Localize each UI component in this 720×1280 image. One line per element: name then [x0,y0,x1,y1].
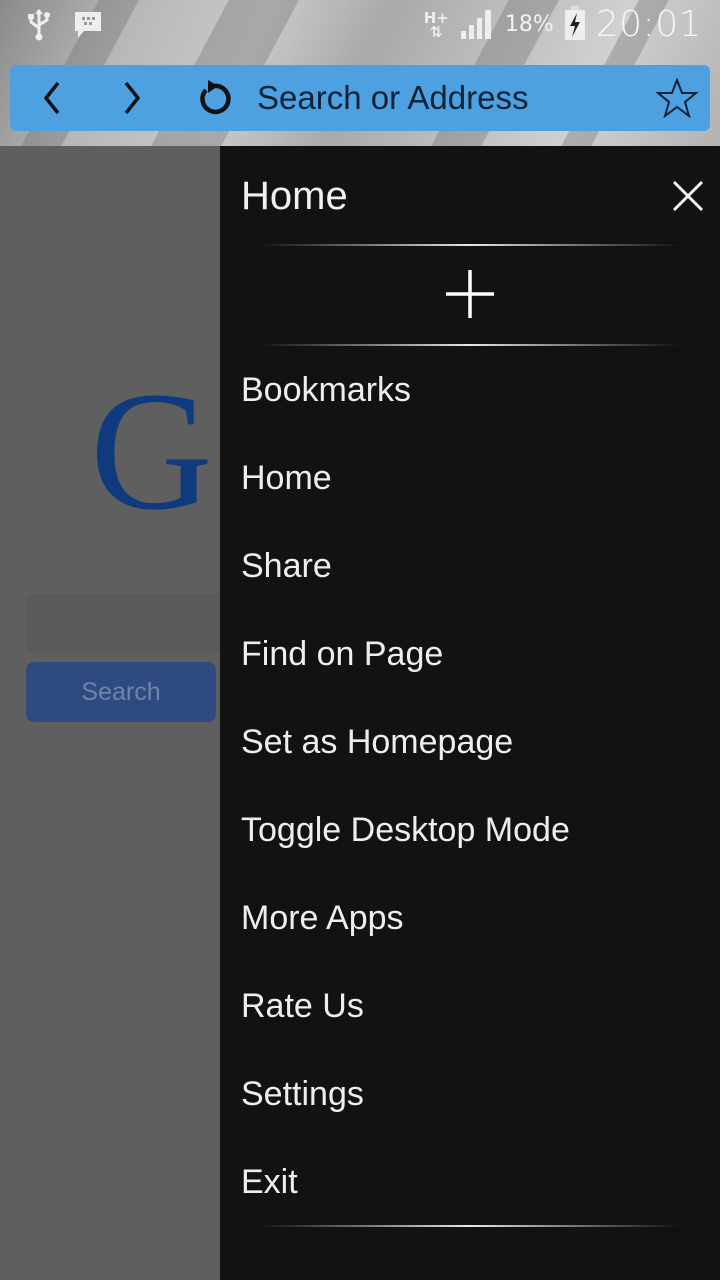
browser-toolbar: Search or Address [10,65,710,131]
close-drawer-button[interactable] [668,176,708,216]
clock: 20:01 [595,4,702,45]
status-bar: H+ ⇅ 18% 20:01 [0,0,720,50]
menu-item-bookmarks[interactable]: Bookmarks [220,346,720,434]
menu-item-set-as-homepage[interactable]: Set as Homepage [220,698,720,786]
menu-item-share[interactable]: Share [220,522,720,610]
data-arrows-icon: ⇅ [429,22,443,41]
drawer-title: Home [241,174,348,218]
background-webpage: G Search [0,146,220,1280]
menu-item-settings[interactable]: Settings [220,1050,720,1138]
menu-item-toggle-desktop-mode[interactable]: Toggle Desktop Mode [220,786,720,874]
google-logo: G [90,357,213,545]
divider [260,244,680,246]
close-icon [672,180,704,212]
address-input[interactable]: Search or Address [257,65,528,131]
divider [260,1225,680,1227]
navigation-drawer: Home Bookmarks Home Share Find on Page S… [220,146,720,1280]
drawer-menu: Bookmarks Home Share Find on Page Set as… [220,346,720,1226]
bbm-message-icon [72,9,104,45]
menu-item-rate-us[interactable]: Rate Us [220,962,720,1050]
battery-charging-icon [564,5,586,44]
forward-button[interactable] [112,65,152,131]
reload-button[interactable] [192,65,236,131]
signal-strength-icon [459,7,495,43]
bookmark-star-button[interactable] [652,65,702,131]
menu-item-exit[interactable]: Exit [220,1138,720,1226]
network-type-indicator: H+ ⇅ [424,10,449,41]
chevron-right-icon [124,81,141,115]
battery-percent: 18% [504,12,554,37]
plus-icon [446,270,494,318]
chevron-left-icon [43,81,60,115]
back-button[interactable] [32,65,72,131]
menu-item-more-apps[interactable]: More Apps [220,874,720,962]
star-outline-icon [656,78,698,118]
refresh-icon [200,80,231,115]
menu-item-home[interactable]: Home [220,434,720,522]
web-search-button[interactable]: Search [26,662,216,722]
add-button[interactable] [442,266,498,322]
usb-icon [24,8,54,46]
menu-item-find-on-page[interactable]: Find on Page [220,610,720,698]
web-search-input[interactable] [26,594,220,652]
